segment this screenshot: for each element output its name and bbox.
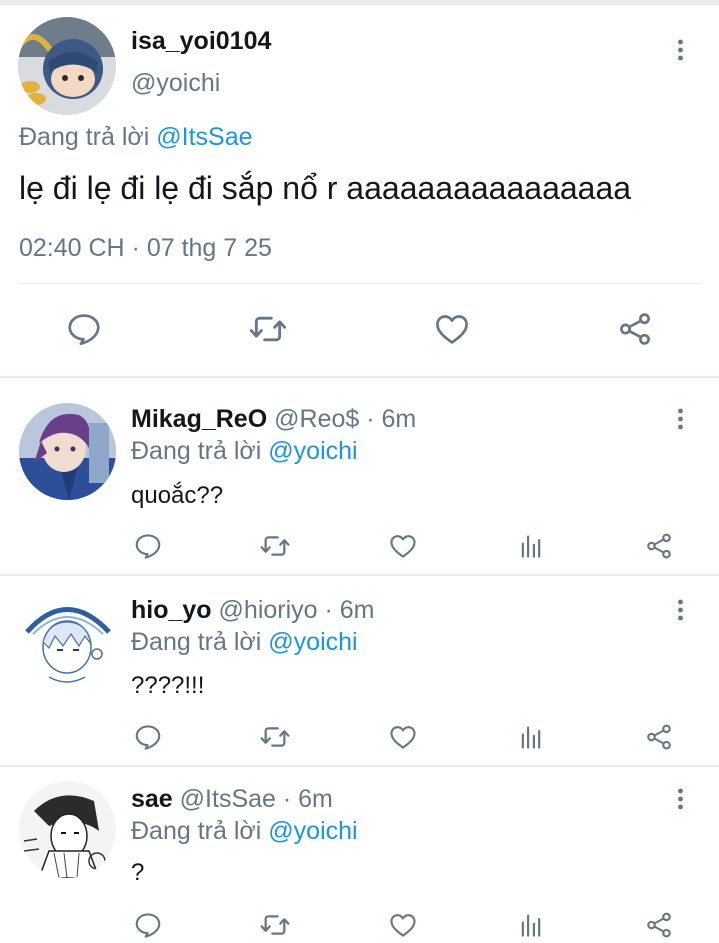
retweet-icon[interactable] bbox=[257, 528, 293, 564]
more-vertical-icon[interactable] bbox=[670, 401, 690, 437]
action-divider bbox=[19, 283, 701, 284]
share-icon[interactable] bbox=[641, 528, 677, 564]
display-name[interactable]: hio_yo bbox=[131, 596, 212, 624]
display-name[interactable]: sae bbox=[131, 785, 173, 813]
reply-text: ????!!! bbox=[131, 672, 205, 699]
reply-to-link[interactable]: @yoichi bbox=[268, 817, 357, 845]
analytics-icon[interactable] bbox=[513, 528, 549, 564]
reply-prefix: Đang trả lời bbox=[131, 817, 269, 845]
reply-context: Đang trả lời @yoichi bbox=[131, 628, 358, 657]
handle-time[interactable]: @Reo$ · 6m bbox=[274, 405, 416, 433]
reply-item[interactable]: sae @ItsSae · 6m Đang trả lời @yoichi ? bbox=[0, 767, 719, 928]
reply-to-link[interactable]: @yoichi bbox=[268, 437, 357, 465]
more-vertical-icon[interactable] bbox=[670, 592, 690, 628]
reply-icon[interactable] bbox=[130, 907, 166, 943]
reply-context: Đang trả lời @ItsSae bbox=[19, 123, 253, 152]
share-icon[interactable] bbox=[613, 307, 657, 351]
analytics-icon[interactable] bbox=[513, 907, 549, 943]
retweet-icon[interactable] bbox=[257, 907, 293, 943]
retweet-icon[interactable] bbox=[257, 719, 293, 755]
main-tweet: isa_yoi0104 @yoichi Đang trả lời @ItsSae… bbox=[0, 5, 719, 377]
retweet-icon[interactable] bbox=[246, 307, 290, 351]
reply-header: sae @ItsSae · 6m bbox=[131, 785, 333, 814]
tweet-text: lẹ đi lẹ đi lẹ đi sắp nổ r aaaaaaaaaaaaa… bbox=[19, 170, 632, 206]
like-icon[interactable] bbox=[430, 307, 474, 351]
reply-item[interactable]: Mikag_ReO @Reo$ · 6m Đang trả lời @yoich… bbox=[0, 378, 719, 574]
reply-to-link[interactable]: @yoichi bbox=[268, 628, 357, 656]
like-icon[interactable] bbox=[385, 719, 421, 755]
more-vertical-icon[interactable] bbox=[670, 32, 690, 68]
reply-prefix: Đang trả lời bbox=[131, 628, 269, 656]
reply-icon[interactable] bbox=[130, 528, 166, 564]
display-name[interactable]: Mikag_ReO bbox=[131, 405, 267, 433]
reply-icon[interactable] bbox=[130, 719, 166, 755]
reply-header: Mikag_ReO @Reo$ · 6m bbox=[131, 405, 416, 434]
avatar[interactable] bbox=[19, 403, 116, 500]
avatar[interactable] bbox=[19, 781, 116, 878]
share-icon[interactable] bbox=[641, 719, 677, 755]
reply-to-link[interactable]: @ItsSae bbox=[156, 123, 252, 151]
user-handle[interactable]: @yoichi bbox=[131, 69, 220, 98]
more-vertical-icon[interactable] bbox=[670, 781, 690, 817]
reply-prefix: Đang trả lời bbox=[131, 437, 269, 465]
share-icon[interactable] bbox=[641, 907, 677, 943]
handle-time[interactable]: @hioriyo · 6m bbox=[219, 596, 375, 624]
reply-icon[interactable] bbox=[62, 307, 106, 351]
reply-text: ? bbox=[131, 859, 145, 886]
reply-context: Đang trả lời @yoichi bbox=[131, 817, 358, 846]
reply-header: hio_yo @hioriyo · 6m bbox=[131, 596, 375, 625]
reply-item[interactable]: hio_yo @hioriyo · 6m Đang trả lời @yoich… bbox=[0, 576, 719, 765]
handle-time[interactable]: @ItsSae · 6m bbox=[180, 785, 333, 813]
reply-text: quoắc?? bbox=[131, 482, 224, 509]
reply-prefix: Đang trả lời bbox=[19, 123, 157, 151]
tweet-timestamp[interactable]: 02:40 CH · 07 thg 7 25 bbox=[19, 234, 272, 263]
analytics-icon[interactable] bbox=[513, 719, 549, 755]
like-icon[interactable] bbox=[385, 907, 421, 943]
reply-context: Đang trả lời @yoichi bbox=[131, 437, 358, 466]
like-icon[interactable] bbox=[385, 528, 421, 564]
avatar[interactable] bbox=[18, 17, 116, 115]
display-name[interactable]: isa_yoi0104 bbox=[131, 27, 271, 56]
avatar[interactable] bbox=[19, 592, 116, 689]
